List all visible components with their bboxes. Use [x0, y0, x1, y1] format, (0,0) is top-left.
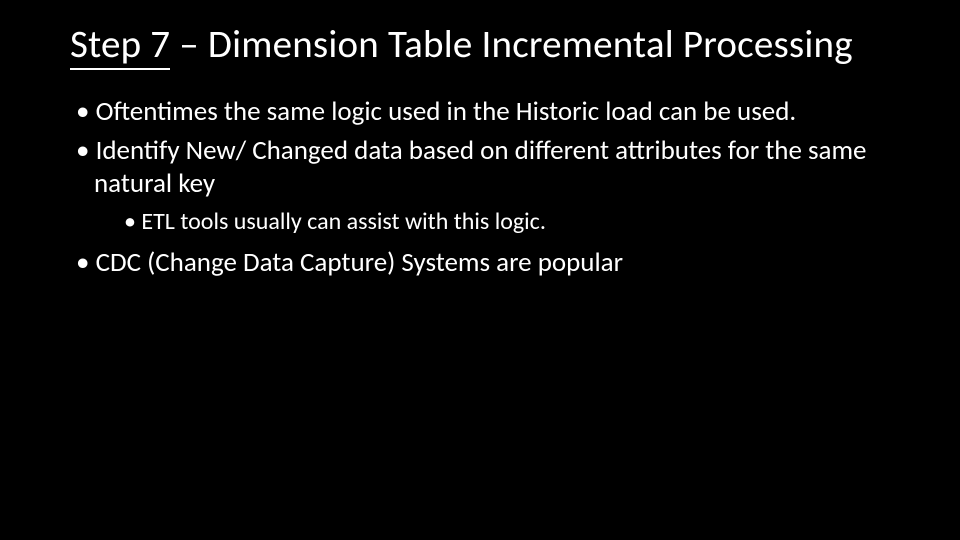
slide: Step 7 – Dimension Table Incremental Pro… — [0, 0, 960, 540]
bullet-sublist: ETL tools usually can assist with this l… — [94, 207, 890, 237]
slide-title: Step 7 – Dimension Table Incremental Pro… — [70, 22, 890, 68]
bullet-list: Oftentimes the same logic used in the Hi… — [70, 96, 890, 280]
title-step-label: Step 7 — [70, 21, 170, 70]
list-item: Oftentimes the same logic used in the Hi… — [74, 96, 890, 129]
list-item-text: CDC (Change Data Capture) Systems are po… — [96, 246, 623, 279]
list-item: CDC (Change Data Capture) Systems are po… — [74, 247, 890, 280]
list-item-text: Oftentimes the same logic used in the Hi… — [96, 95, 797, 128]
list-item-text: ETL tools usually can assist with this l… — [141, 207, 546, 236]
title-rest: – Dimension Table Incremental Processing — [170, 21, 853, 68]
list-item: Identify New/ Changed data based on diff… — [74, 135, 890, 237]
list-item-text: Identify New/ Changed data based on diff… — [94, 134, 867, 200]
list-item: ETL tools usually can assist with this l… — [122, 207, 890, 237]
